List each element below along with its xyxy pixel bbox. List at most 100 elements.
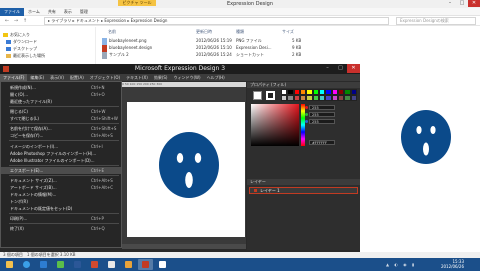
menu-item-label: 印刷(P)... — [10, 216, 28, 221]
ribbon-tab-home[interactable]: ホーム — [24, 8, 44, 16]
menu-item-artboard-size[interactable]: アートボード サイズ(B)... Ctrl+Alt+C — [1, 184, 121, 191]
nav-item-downloads[interactable]: ダウンロード — [6, 38, 37, 45]
taskbar-explorer-button[interactable] — [2, 259, 17, 270]
taskbar-app-button[interactable] — [104, 259, 119, 270]
maximize-icon[interactable]: □ — [456, 0, 468, 7]
back-icon[interactable]: ← — [3, 17, 11, 25]
menu-separator — [9, 106, 119, 107]
menu-view[interactable]: 表示(V) — [47, 74, 67, 81]
menu-window[interactable]: ウィンドウ(W) — [171, 74, 204, 81]
color-picker-gradient[interactable] — [251, 104, 299, 146]
menu-effects[interactable]: 効果(S) — [151, 74, 171, 81]
taskbar-ie-button[interactable] — [19, 259, 34, 270]
taskbar-app-button[interactable] — [53, 259, 68, 270]
clock[interactable]: 15:33 2012/06/26 — [424, 259, 464, 270]
menu-item-new[interactable]: 新規作成(N)... Ctrl+N — [1, 84, 121, 91]
nav-item-recent[interactable]: 最近表示した場所 — [6, 52, 45, 59]
layer-color-icon — [254, 189, 257, 192]
close-icon[interactable]: ✕ — [468, 0, 480, 7]
menu-item-document-size[interactable]: ドキュメント サイズ(Z)... Ctrl+Alt+S — [1, 177, 121, 184]
stroke-swatch[interactable] — [266, 91, 275, 100]
taskbar-app-button[interactable] — [70, 259, 85, 270]
menu-edit[interactable]: 編集(E) — [27, 74, 47, 81]
menu-item-crop-marks[interactable]: トンボ(R) — [1, 198, 121, 205]
properties-header: プロパティ (フィル) — [247, 82, 360, 88]
menu-item-exit[interactable]: 終了(X) Ctrl+Q — [1, 225, 121, 232]
explorer-window-controls: – □ ✕ — [444, 0, 480, 7]
ribbon-tab-view[interactable]: 表示 — [60, 8, 76, 16]
blue-value-field[interactable]: 255 — [309, 119, 335, 124]
menu-item-save-copy[interactable]: コピーを保存(Y)... Ctrl+Alt+S — [1, 132, 121, 139]
menu-item-document-defaults[interactable]: ドキュメントの既定値をセット(D) — [1, 205, 121, 212]
taskbar-app-button[interactable] — [155, 259, 170, 270]
fill-swatch[interactable] — [253, 91, 262, 100]
menu-separator — [9, 223, 119, 224]
menu-item-label: コピーを保存(Y)... — [10, 133, 44, 138]
menu-item-save-as[interactable]: 名前を付けて保存(A)... Ctrl+Shift+S — [1, 125, 121, 132]
layer-row[interactable]: レイヤー 1 — [249, 187, 358, 194]
hue-slider[interactable] — [301, 104, 305, 146]
ribbon-tab-manage[interactable]: 管理 — [76, 8, 92, 16]
taskbar-app-button[interactable] — [87, 259, 102, 270]
file-date: 2012/06/26 15:19 — [196, 38, 232, 43]
expression-design-window: Microsoft Expression Design 3 – □ ✕ ファイル… — [0, 64, 360, 252]
menu-item-close-all[interactable]: すべて閉じる(L) Ctrl+Shift+W — [1, 115, 121, 122]
minimize-icon[interactable]: – — [444, 0, 456, 7]
system-tray[interactable]: ▲ ◐ ◉ ▮ — [386, 262, 426, 267]
minimize-icon[interactable]: – — [321, 64, 334, 73]
nav-item-desktop[interactable]: デスクトップ — [6, 45, 37, 52]
folder-icon — [6, 261, 13, 268]
menu-item-close[interactable]: 閉じる(C) Ctrl+W — [1, 108, 121, 115]
file-menu-dropdown: 新規作成(N)... Ctrl+N 開く(O)... Ctrl+O 最近使ったファイ… — [0, 81, 122, 248]
horizontal-scrollbar[interactable] — [122, 244, 246, 249]
menu-arrange[interactable]: 配置(A) — [67, 74, 87, 81]
forward-icon[interactable]: → — [12, 17, 20, 25]
menu-item-import-image[interactable]: イメージのインポート(I)... Ctrl+I — [1, 143, 121, 150]
design-title: Microsoft Expression Design 3 — [134, 65, 226, 72]
column-header-type[interactable]: 種類 — [236, 29, 244, 35]
app-icon — [125, 261, 132, 268]
file-row[interactable]: bluebayleneet.design 2012/06/26 15:10 Ex… — [100, 44, 320, 52]
file-row[interactable]: サンプル 2 2012/06/26 15:24 ショートカット 2 KB — [100, 51, 320, 59]
menu-item-document-info[interactable]: ドキュメントの情報(M)... — [1, 191, 121, 198]
ribbon-tab-share[interactable]: 共有 — [44, 8, 60, 16]
color-swatch-grid[interactable] — [281, 89, 357, 101]
green-value-field[interactable]: 255 — [309, 112, 335, 117]
shortcut-icon — [102, 52, 107, 59]
menu-text[interactable]: テキスト(X) — [123, 74, 151, 81]
face-artwork[interactable] — [127, 102, 245, 237]
search-input[interactable]: Expression Designの検索 — [396, 17, 476, 25]
menu-item-label: 新規作成(N)... — [10, 85, 36, 90]
red-value-field[interactable]: 255 — [309, 105, 335, 110]
menu-separator — [9, 175, 119, 176]
download-icon — [6, 39, 11, 44]
picture-tools-tab[interactable]: ピクチャ ツール — [118, 0, 156, 6]
menu-item-import-illustrator[interactable]: Adobe Illustrator ファイルのインポート(D)... — [1, 157, 121, 164]
close-icon[interactable]: ✕ — [347, 64, 360, 73]
menu-separator — [9, 213, 119, 214]
column-header-name[interactable]: 名前 — [108, 29, 116, 35]
menu-file[interactable]: ファイル(F) — [0, 74, 28, 81]
app-icon — [108, 261, 115, 268]
address-bar[interactable]: ▸ ライブラリ ▸ ドキュメント ▸ Expression ▸ Expressi… — [44, 17, 389, 25]
taskbar-design-button[interactable] — [138, 259, 153, 270]
maximize-icon[interactable]: □ — [334, 64, 347, 73]
file-row[interactable]: bluebayleneet.png 2012/06/26 15:19 PNG フ… — [100, 37, 320, 45]
nav-item-favorites[interactable]: お気に入り — [3, 31, 30, 38]
menu-item-print[interactable]: 印刷(P)... Ctrl+P — [1, 215, 121, 222]
menu-item-open[interactable]: 開く(O)... Ctrl+O — [1, 91, 121, 98]
taskbar-app-button[interactable] — [121, 259, 136, 270]
artboard[interactable] — [127, 102, 245, 237]
ribbon-tab-file[interactable]: ファイル — [0, 8, 24, 16]
hex-value-field[interactable]: #FFFFFF — [309, 140, 335, 145]
menu-object[interactable]: オブジェクト(O) — [87, 74, 123, 81]
column-header-size[interactable]: サイズ — [282, 29, 294, 35]
menu-item-export[interactable]: エクスポート(E)... Ctrl+E — [1, 167, 121, 174]
column-header-date[interactable]: 更新日時 — [196, 29, 212, 35]
taskbar-app-button[interactable] — [36, 259, 51, 270]
menu-item-import-photoshop[interactable]: Adobe Photoshop ファイルのインポート(H)... — [1, 150, 121, 157]
up-icon[interactable]: ↑ — [21, 17, 29, 25]
file-name: サンプル 2 — [109, 52, 129, 57]
menu-item-recent[interactable]: 最近使ったファイル(R) — [1, 98, 121, 105]
menu-help[interactable]: ヘルプ(H) — [204, 74, 228, 81]
